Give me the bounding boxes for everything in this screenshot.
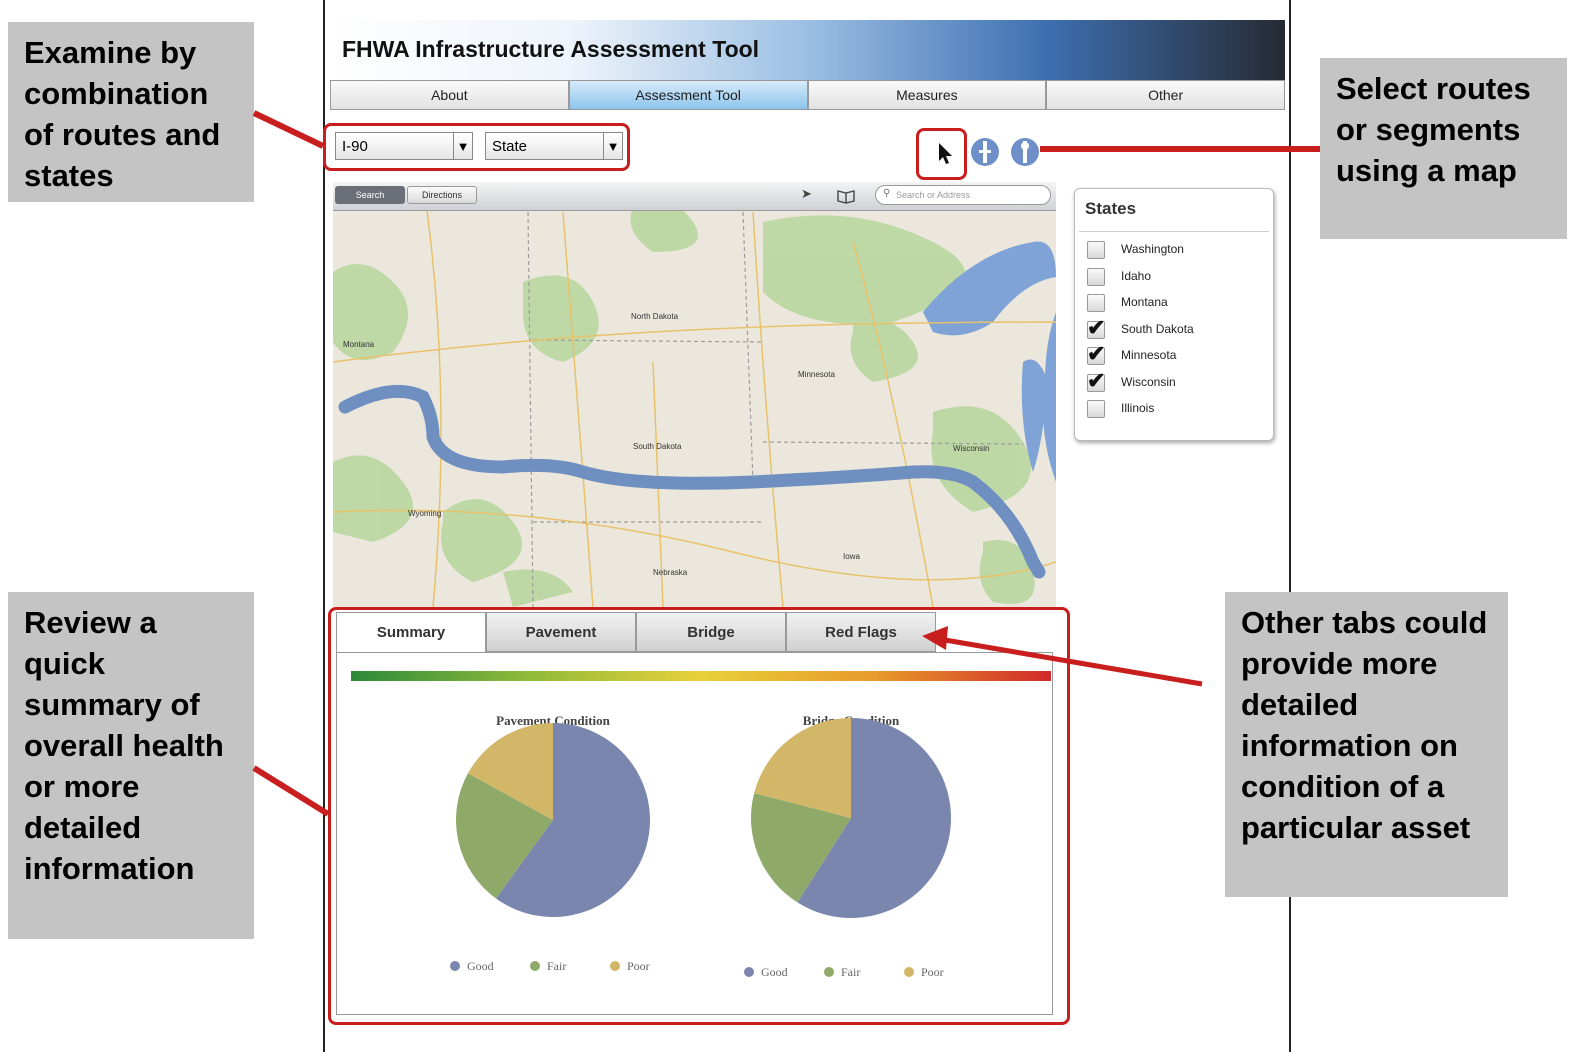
bookmarks-icon[interactable] — [836, 188, 856, 204]
state-label: Minnesota — [1121, 348, 1177, 362]
route-tool-button[interactable] — [1010, 137, 1040, 167]
state-checkbox[interactable]: ✔ — [1087, 341, 1105, 366]
callout-summary: Review a quick summary of overall health… — [8, 592, 254, 939]
divider — [1079, 231, 1269, 232]
nav-tab-assessment-tool[interactable]: Assessment Tool — [568, 80, 808, 110]
callout-other-tabs: Other tabs could provide more detailed i… — [1225, 592, 1508, 897]
main-nav: About Assessment Tool Measures Other — [330, 80, 1285, 110]
location-arrow-icon[interactable]: ➤ — [801, 186, 817, 204]
map-canvas — [333, 182, 1056, 607]
checkmark-icon: ✔ — [1087, 367, 1106, 393]
map-label: Wisconsin — [953, 444, 990, 453]
map-toolbar: Search Directions ➤ ⚲ Search or Address — [333, 182, 1056, 211]
map-label: Montana — [343, 340, 375, 349]
nav-tab-measures[interactable]: Measures — [807, 80, 1047, 110]
map-label: Wyoming — [408, 509, 442, 518]
route-marker-icon — [1011, 138, 1039, 166]
pointer-tool-highlight — [916, 128, 967, 180]
state-label: Washington — [1121, 242, 1184, 256]
callout-connector — [1040, 146, 1320, 152]
app-banner: FHWA Infrastructure Assessment Tool — [330, 20, 1285, 80]
map-label: Minnesota — [798, 370, 835, 379]
map-search-tab[interactable]: Search — [335, 186, 405, 204]
map-label: North Dakota — [631, 312, 679, 321]
state-checkbox[interactable] — [1087, 241, 1105, 259]
summary-highlight — [328, 607, 1070, 1025]
map-directions-tab[interactable]: Directions — [407, 186, 477, 204]
state-checkbox[interactable] — [1087, 267, 1105, 286]
state-label: South Dakota — [1121, 321, 1194, 336]
map-label: Iowa — [843, 552, 860, 561]
map-view[interactable]: Search Directions ➤ ⚲ Search or Address … — [333, 182, 1056, 607]
states-panel-title: States — [1085, 199, 1137, 218]
state-checkbox-row[interactable]: Montana — [1087, 294, 1267, 314]
app-title: FHWA Infrastructure Assessment Tool — [342, 36, 760, 62]
state-checkbox-row[interactable]: ✔ South Dakota — [1087, 315, 1267, 341]
state-label: Wisconsin — [1121, 374, 1176, 389]
segment-marker-icon — [971, 138, 999, 166]
checkmark-icon: ✔ — [1087, 341, 1106, 366]
map-label: Nebraska — [653, 568, 688, 577]
state-checkbox-row[interactable]: Idaho — [1087, 267, 1267, 288]
state-label: Montana — [1121, 295, 1168, 309]
checkmark-icon: ✔ — [1087, 314, 1106, 340]
state-checkbox-row[interactable]: ✔ Wisconsin — [1087, 368, 1267, 394]
callout-map-selection: Select routes or segments using a map — [1320, 58, 1567, 239]
map-label: South Dakota — [633, 442, 682, 451]
state-checkbox-row[interactable]: ✔ Minnesota — [1087, 341, 1267, 367]
map-search-placeholder: Search or Address — [896, 190, 971, 200]
nav-tab-other[interactable]: Other — [1046, 80, 1285, 110]
state-checkbox[interactable]: ✔ — [1087, 315, 1105, 340]
state-checkbox[interactable]: ✔ — [1087, 368, 1105, 393]
callout-routes-states: Examine by combination of routes and sta… — [8, 22, 254, 202]
state-checkbox[interactable] — [1087, 294, 1105, 312]
state-label: Illinois — [1121, 401, 1155, 415]
nav-tab-about[interactable]: About — [330, 80, 569, 110]
state-label: Idaho — [1121, 268, 1152, 283]
map-search-input[interactable]: ⚲ Search or Address — [875, 185, 1051, 205]
segment-tool-button[interactable] — [970, 137, 1000, 167]
states-panel: States Washington Idaho Montana ✔ South Dako… — [1074, 188, 1274, 441]
state-checkbox[interactable] — [1087, 400, 1105, 418]
search-icon: ⚲ — [883, 188, 891, 199]
state-checkbox-row[interactable]: Illinois — [1087, 400, 1267, 420]
filters-highlight — [323, 123, 630, 171]
state-checkbox-row[interactable]: Washington — [1087, 241, 1267, 261]
